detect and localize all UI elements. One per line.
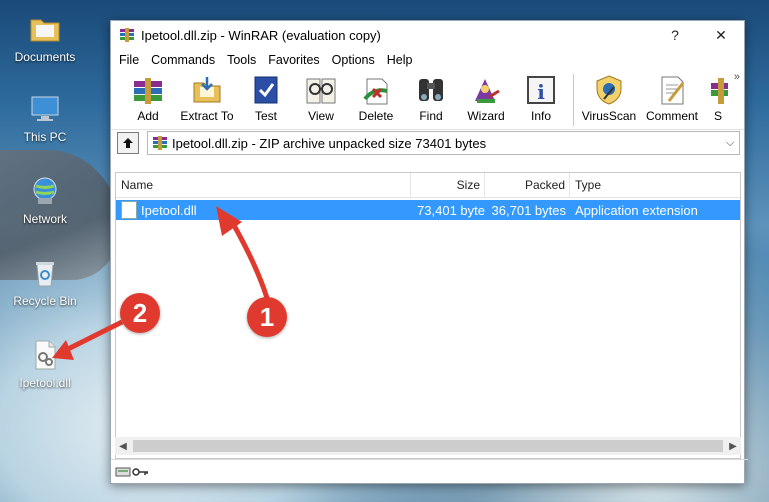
- step-marker-2: 2: [120, 293, 160, 333]
- arrow-2: [60, 319, 124, 355]
- step-marker-1: 1: [247, 297, 287, 337]
- annotation-arrows: [52, 206, 270, 360]
- arrow-1: [227, 216, 270, 299]
